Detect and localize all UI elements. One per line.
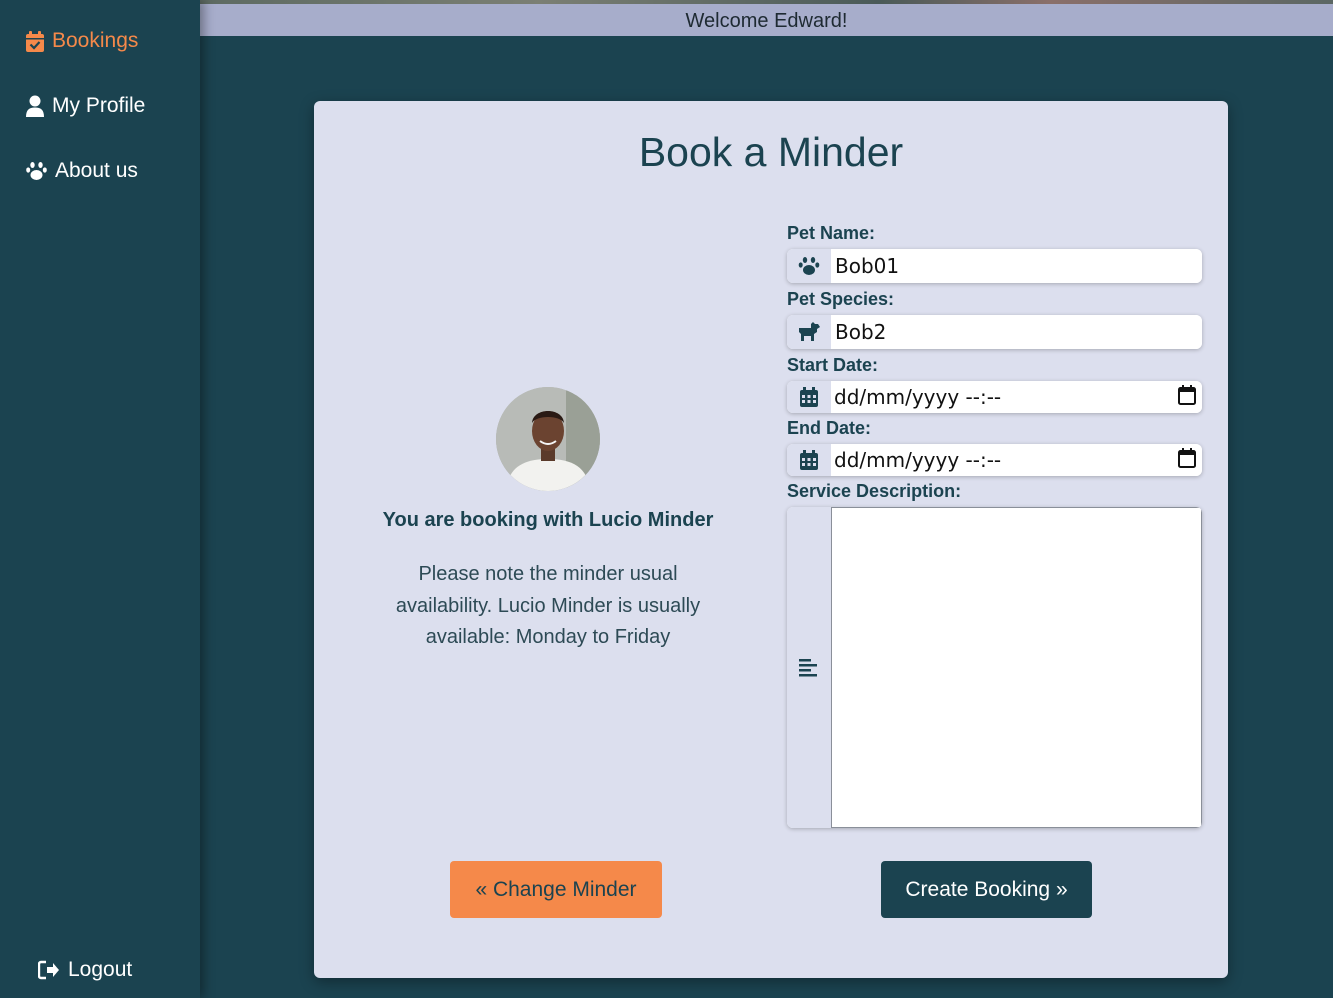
pet-species-group — [787, 315, 1202, 349]
service-description-group — [787, 507, 1202, 828]
booking-card: Book a Minder You are booking with Lucio… — [314, 101, 1228, 978]
header-image-strip — [200, 0, 1333, 4]
availability-note: Please note the minder usual availabilit… — [395, 563, 701, 648]
pet-species-input[interactable] — [831, 315, 1202, 349]
welcome-bar: Welcome Edward! — [200, 0, 1333, 36]
booking-minder-heading: You are booking with Lucio Minder — [382, 509, 714, 531]
user-icon — [26, 95, 44, 117]
sidebar-item-label: About us — [55, 159, 138, 182]
start-date-input[interactable]: dd/mm/yyyy --:-- — [831, 381, 1202, 413]
align-left-icon — [787, 507, 831, 828]
end-date-group: dd/mm/yyyy --:-- — [787, 444, 1202, 476]
sidebar-item-label: My Profile — [52, 94, 146, 117]
service-description-input[interactable] — [831, 507, 1202, 828]
paw-icon — [787, 249, 831, 283]
end-date-input[interactable]: dd/mm/yyyy --:-- — [831, 444, 1202, 476]
start-date-group: dd/mm/yyyy --:-- — [787, 381, 1202, 413]
sidebar-item-label: Bookings — [52, 29, 139, 52]
sidebar: Bookings My Profile About us Logout — [0, 0, 200, 998]
pet-name-label: Pet Name: — [787, 223, 876, 243]
logout-link[interactable]: Logout — [38, 958, 132, 982]
sidebar-item-bookings[interactable]: Bookings — [26, 29, 138, 53]
pet-species-label: Pet Species: — [787, 289, 895, 309]
sidebar-item-my-profile[interactable]: My Profile — [26, 94, 145, 118]
date-picker-icon[interactable] — [1178, 384, 1196, 410]
start-date-placeholder: dd/mm/yyyy --:-- — [834, 385, 1002, 409]
change-minder-button[interactable]: « Change Minder — [450, 861, 662, 918]
welcome-text: Welcome Edward! — [685, 10, 848, 32]
dog-icon — [787, 315, 831, 349]
date-picker-icon[interactable] — [1178, 447, 1196, 473]
end-date-label: End Date: — [787, 418, 872, 438]
calendar-check-icon — [26, 30, 44, 52]
pet-name-input[interactable] — [831, 249, 1202, 283]
sidebar-item-about-us[interactable]: About us — [26, 159, 138, 183]
pet-name-group — [787, 249, 1202, 283]
logout-label: Logout — [68, 958, 133, 981]
service-description-label: Service Description: — [787, 481, 962, 501]
minder-avatar — [496, 387, 600, 491]
start-date-label: Start Date: — [787, 355, 879, 375]
calendar-icon — [787, 381, 831, 413]
page-title: Book a Minder — [638, 129, 904, 175]
create-booking-button[interactable]: Create Booking » — [881, 861, 1092, 918]
calendar-icon — [787, 444, 831, 476]
sign-out-icon — [38, 960, 60, 980]
paw-icon — [26, 161, 47, 181]
end-date-placeholder: dd/mm/yyyy --:-- — [834, 448, 1002, 472]
